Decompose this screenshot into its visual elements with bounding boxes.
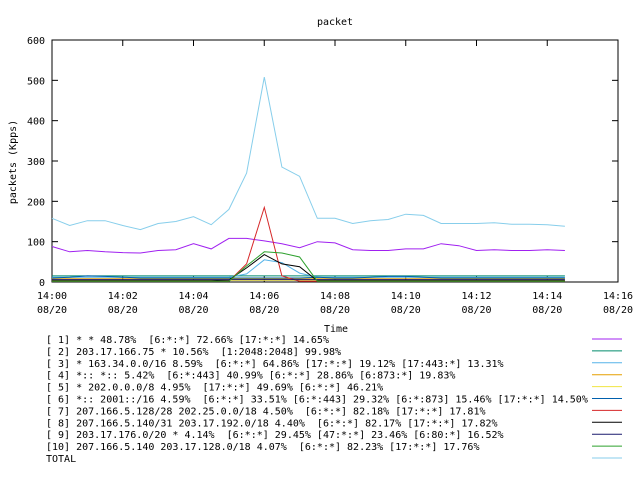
x-tick-date-label: 08/20: [391, 305, 421, 316]
legend-entry-label: [ 1] * * 48.78% [6:*:*] 72.66% [17:*:*] …: [46, 335, 329, 346]
x-tick-date-label: 08/20: [532, 305, 562, 316]
legend-entry-label: [ 7] 207.166.5.128/28 202.25.0.0/18 4.50…: [46, 406, 486, 417]
x-tick-date-label: 08/20: [37, 305, 67, 316]
x-tick-time-label: 14:06: [249, 291, 279, 302]
x-tick-time-label: 14:10: [391, 291, 421, 302]
x-tick-time-label: 14:16: [603, 291, 633, 302]
legend-entry-label: [ 9] 203.17.176.0/20 * 4.14% [6:*:*] 29.…: [46, 430, 504, 441]
x-tick-time-label: 14:04: [178, 291, 208, 302]
y-tick-label: 500: [27, 76, 45, 87]
legend-entry-label: [ 6] *:: 2001::/16 4.59% [6:*:*] 33.51% …: [46, 395, 588, 406]
legend-entry-label: [ 8] 207.166.5.140/31 203.17.192.0/18 4.…: [46, 418, 498, 429]
x-axis-label: Time: [324, 324, 348, 335]
axis-ticks: 0 100 200 300 400 500 600 14:00 08/20 14:02 08/20 1…: [27, 36, 633, 316]
legend: [ 1] * * 48.78% [6:*:*] 72.66% [17:*:*] …: [46, 335, 622, 465]
y-axis-label: packets (Kpps): [8, 120, 19, 204]
series-line-1: [51, 237, 565, 254]
y-tick-label: 0: [39, 278, 45, 289]
x-tick-date-label: 08/20: [461, 305, 491, 316]
y-tick-label: 300: [27, 157, 45, 168]
chart-title: packet: [317, 17, 353, 28]
legend-entry-label: [ 2] 203.17.166.75 * 10.56% [1:2048:2048…: [46, 347, 341, 358]
x-tick-time-label: 14:12: [461, 291, 491, 302]
y-tick-label: 200: [27, 197, 45, 208]
legend-entry-label: [ 4] *:: *:: 5.42% [6:*:443] 40.99% [6:*…: [46, 371, 455, 382]
y-tick-label: 400: [27, 117, 45, 128]
x-tick-date-label: 08/20: [320, 305, 350, 316]
x-tick-date-label: 08/20: [108, 305, 138, 316]
x-tick-date-label: 08/20: [178, 305, 208, 316]
y-tick-label: 100: [27, 238, 45, 249]
x-tick-time-label: 14:14: [532, 291, 562, 302]
series-lines: [51, 77, 565, 282]
x-tick-time-label: 14:00: [37, 291, 67, 302]
legend-entry-label: TOTAL: [46, 454, 76, 465]
plot-frame: [51, 39, 619, 283]
legend-entry-label: [10] 207.166.5.140 203.17.128.0/18 4.07%…: [46, 442, 479, 453]
x-tick-date-label: 08/20: [249, 305, 279, 316]
x-tick-time-label: 14:08: [320, 291, 350, 302]
legend-entry-label: [ 3] * 163.34.0.0/16 8.59% [6:*:*] 64.86…: [46, 359, 504, 370]
y-tick-label: 600: [27, 36, 45, 47]
legend-entry-label: [ 5] * 202.0.0.0/8 4.95% [17:*:*] 49.69%…: [46, 383, 383, 394]
x-tick-time-label: 14:02: [108, 291, 138, 302]
x-tick-date-label: 08/20: [603, 305, 633, 316]
series-line-11: [51, 77, 565, 231]
packet-chart: packet packets (Kpps) Time 0 100 200 300 400…: [8, 17, 633, 465]
